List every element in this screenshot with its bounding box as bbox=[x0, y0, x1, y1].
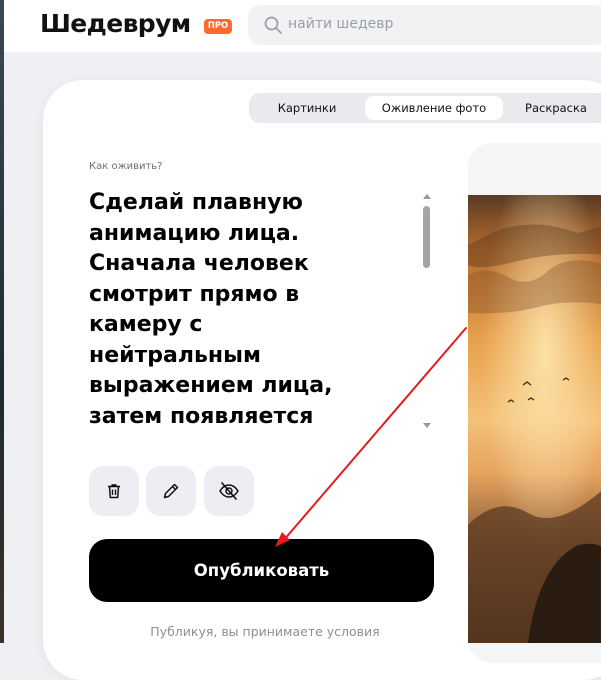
annotation-arrow bbox=[275, 327, 467, 547]
